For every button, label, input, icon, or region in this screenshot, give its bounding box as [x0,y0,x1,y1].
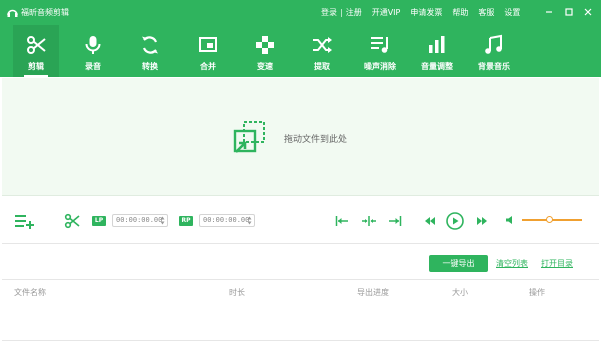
microphone-icon [85,36,101,54]
maximize-icon [565,8,573,16]
section-divider [2,243,599,244]
tool-record[interactable]: 录音 [70,25,116,77]
help-link[interactable]: 帮助 [452,7,468,18]
drag-file-icon [233,121,265,153]
tool-background-music[interactable]: 背景音乐 [471,25,517,77]
minimize-button[interactable] [543,6,555,18]
volume-adjust-icon [429,36,445,53]
app-title: 福昕音频剪辑 [21,8,69,17]
right-point-badge[interactable]: RP [179,216,193,226]
login-link[interactable]: 登录 [321,7,337,18]
start-time-input[interactable]: 00:00:00.00 [112,214,168,227]
add-list-icon [15,215,34,229]
drop-hint-text: 拖动文件到此处 [284,135,348,145]
column-header-filename: 文件名称 [14,288,46,297]
tool-label: 合并 [200,62,216,71]
speaker-icon [506,216,512,224]
scissors-icon [27,36,46,54]
extract-icon [313,37,332,53]
register-link[interactable]: 注册 [346,7,362,18]
clear-list-link[interactable]: 清空列表 [496,259,528,269]
tool-label: 音量调整 [421,62,453,71]
main-toolbar: 剪辑 录音 转换 合并 变速 提取 噪声消除 音量调整 背景音乐 [0,25,601,77]
end-time-value: 00:00:00.00 [203,216,250,224]
tool-extract[interactable]: 提取 [299,25,345,77]
top-links: 登录 | 注册 开通VIP 申请发票 帮助 客服 设置 [321,7,520,18]
link-separator: | [340,8,343,17]
service-link[interactable]: 客服 [478,7,494,18]
music-note-icon [485,34,502,54]
add-file-button[interactable] [14,213,36,229]
speed-icon [256,36,274,54]
app-logo-icon [7,9,18,17]
play-icon [446,212,464,230]
tool-label: 剪辑 [28,62,44,71]
open-directory-link[interactable]: 打开目录 [541,259,573,269]
tool-label: 录音 [85,62,101,71]
vip-link[interactable]: 开通VIP [372,7,401,18]
tool-label: 转换 [142,62,158,71]
scissors-icon [64,213,80,229]
spin-arrows-icon[interactable] [247,216,252,225]
tool-label: 变速 [257,62,273,71]
one-click-export-button[interactable]: 一键导出 [429,255,488,272]
spin-arrows-icon[interactable] [160,216,165,225]
invoice-link[interactable]: 申请发票 [410,7,442,18]
left-point-badge[interactable]: LP [92,216,106,226]
tool-label: 噪声消除 [364,62,396,71]
column-header-export-progress: 导出进度 [357,288,389,297]
end-time-input[interactable]: 00:00:00.00 [199,214,255,227]
volume-button[interactable] [505,215,515,225]
rewind-icon [425,217,435,225]
cut-button[interactable] [64,213,80,229]
column-header-actions: 操作 [529,288,545,297]
tool-speed[interactable]: 变速 [242,25,288,77]
volume-slider-handle[interactable] [546,216,553,223]
jump-to-end-icon [389,216,402,226]
column-header-duration: 时长 [229,288,245,297]
column-header-size: 大小 [452,288,468,297]
close-icon [584,8,592,16]
minimize-icon [546,11,552,13]
maximize-button[interactable] [563,6,575,18]
tool-merge[interactable]: 合并 [185,25,231,77]
tool-noise-removal[interactable]: 噪声消除 [357,25,403,77]
rewind-button[interactable] [424,216,436,226]
section-divider [2,279,599,280]
close-button[interactable] [582,6,594,18]
start-time-value: 00:00:00.00 [116,216,163,224]
window-bottom-border [2,340,599,341]
fast-forward-button[interactable] [476,216,488,226]
split-icon [362,216,376,226]
split-button[interactable] [361,215,377,227]
merge-icon [199,37,217,52]
title-bar: 福昕音频剪辑 登录 | 注册 开通VIP 申请发票 帮助 客服 设置 [0,0,601,25]
play-button[interactable] [446,212,464,230]
jump-end-button[interactable] [388,215,402,227]
jump-to-start-icon [335,216,348,226]
active-tab-indicator [24,75,48,77]
fast-forward-icon [477,217,487,225]
tool-cut[interactable]: 剪辑 [13,25,59,77]
noise-removal-icon [371,37,388,53]
tool-volume-adjust[interactable]: 音量调整 [414,25,460,77]
jump-start-button[interactable] [335,215,349,227]
convert-icon [142,36,158,54]
settings-link[interactable]: 设置 [504,7,520,18]
tool-label: 背景音乐 [478,62,510,71]
tool-label: 提取 [314,62,330,71]
tool-convert[interactable]: 转换 [127,25,173,77]
